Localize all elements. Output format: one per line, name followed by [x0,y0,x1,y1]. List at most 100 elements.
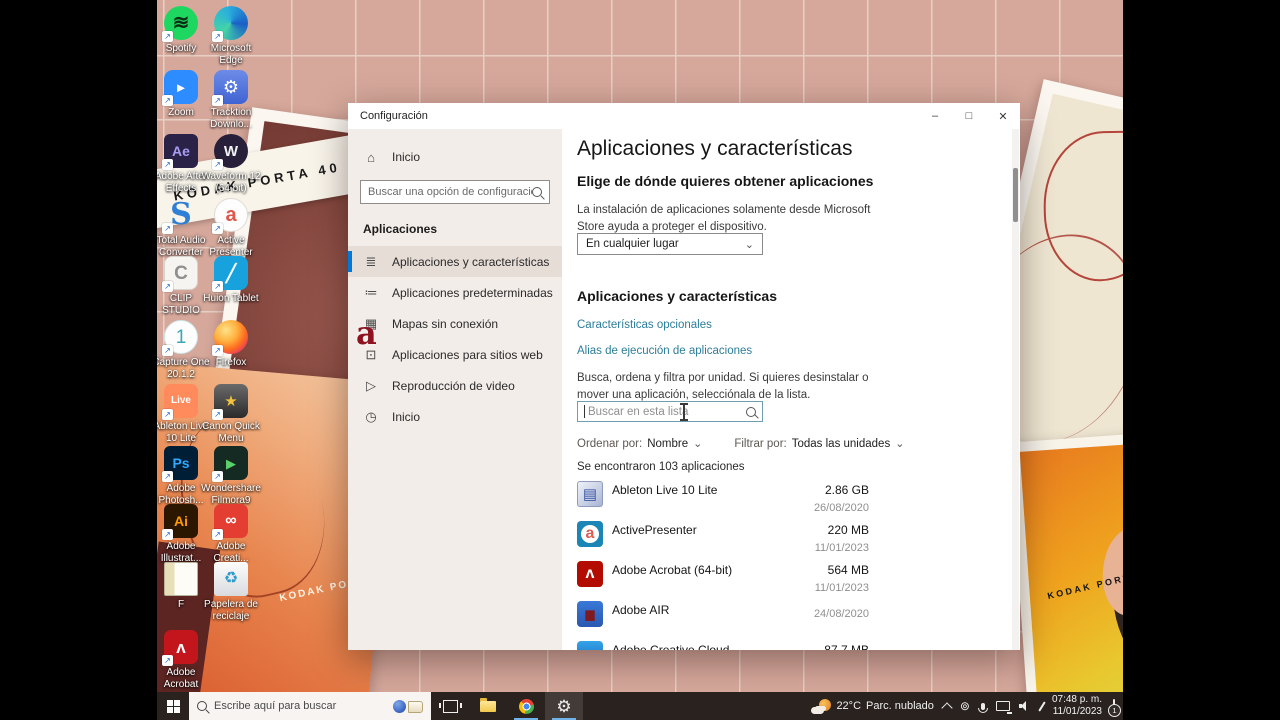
desktop-icon-canonquick[interactable]: ★↗Canon Quick Menu [200,384,262,444]
desktop-icon-recyclebin[interactable]: ♻Papelera de reciclaje [200,562,262,622]
desktop-icon-tracktion[interactable]: ⚙↗Tracktion Downlo... [200,70,262,130]
speaker-icon[interactable] [1019,701,1032,711]
sidebar-item-label: Aplicaciones predeterminadas [392,286,553,300]
shortcut-arrow-icon: ↗ [162,529,173,540]
scrollbar-thumb[interactable] [1013,168,1018,222]
sidebar-item-offline-maps[interactable]: ▦Mapas sin conexión [348,308,562,339]
choose-apps-description: La instalación de aplicaciones solamente… [577,202,889,235]
desktop-icon-huion[interactable]: ╱↗Huion Tablet [200,256,262,305]
app-list-search-input[interactable]: Buscar en esta lista [577,401,763,422]
air-app-icon: ▆ [577,601,603,627]
shortcut-arrow-icon: ↗ [212,31,223,42]
taskbar-search-placeholder: Escribe aquí para buscar [214,700,336,712]
maximize-button[interactable]: □ [952,103,986,129]
start-button[interactable] [157,692,189,720]
weather-widget[interactable]: 22°C Parc. nublado [811,699,933,714]
shortcut-arrow-icon: ↗ [212,281,223,292]
app-aliases-link[interactable]: Alias de ejecución de aplicaciones [577,345,752,357]
sort-value[interactable]: Nombre [647,438,688,450]
app-date: 11/01/2023 [785,537,869,554]
chevron-down-icon[interactable]: ⌄ [693,437,702,450]
file-explorer-button[interactable] [469,692,507,720]
sidebar-item-apps-websites[interactable]: ⊡Aplicaciones para sitios web [348,339,562,370]
task-view-button[interactable] [431,692,469,720]
desktop-icon-waveform[interactable]: W↗Waveform 12 (64 bit) [200,134,262,194]
gear-icon: ⚙ [556,698,571,715]
window-titlebar[interactable]: Configuración – □ ✕ [348,103,1020,129]
sidebar-item-label: Aplicaciones para sitios web [392,348,543,362]
pen-icon[interactable] [1038,701,1046,711]
desktop-icon-activepresenter[interactable]: a↗Active Presenter [200,198,262,258]
sidebar-item-label: Aplicaciones y características [392,255,549,269]
app-row[interactable]: ʌAdobe Acrobat (64-bit)564 MB11/01/2023 [577,560,869,600]
weather-desc: Parc. nublado [866,700,934,712]
sidebar-section-label: Aplicaciones [348,204,562,246]
home-icon: ⌂ [363,150,379,165]
chrome-icon [519,699,534,714]
desktop-icon-label: Microsoft Edge [200,43,262,66]
default-apps-icon: ≔ [363,285,379,301]
desktop-icon-edge[interactable]: ↗Microsoft Edge [200,6,262,66]
shortcut-arrow-icon: ↗ [212,223,223,234]
desktop-icon-firefox[interactable]: ↗Firefox [200,320,262,369]
app-source-dropdown[interactable]: En cualquier lugar ⌄ [577,233,763,255]
app-size: 220 MB [785,520,869,537]
sidebar-item-default-apps[interactable]: ≔ Aplicaciones predeterminadas [348,277,562,308]
folder-icon [480,701,496,712]
clock[interactable]: 07:48 p. m. 11/01/2023 [1052,694,1102,719]
chevron-down-icon[interactable]: ⌄ [895,437,904,450]
file-icon [164,562,198,596]
app-list-search-placeholder: Buscar en esta lista [588,406,746,418]
shortcut-arrow-icon: ↗ [162,95,173,106]
desktop-icon-creativecloud[interactable]: ∞↗Adobe Creati... [200,504,262,564]
app-row[interactable]: aActivePresenter220 MB11/01/2023 [577,520,869,560]
app-date: 26/08/2020 [785,497,869,514]
app-name: Adobe AIR [603,600,785,617]
shortcut-arrow-icon: ↗ [212,345,223,356]
app-name: ActivePresenter [603,520,785,537]
sort-label: Ordenar por: [577,438,642,450]
desktop-icon-label: F [178,599,184,611]
microphone-icon[interactable] [981,703,985,710]
action-center-button[interactable]: 1 [1113,700,1115,712]
shortcut-arrow-icon: ↗ [162,345,173,356]
desktop-icon-acrobat[interactable]: ʌ↗Adobe Acrobat [157,630,212,690]
chrome-button[interactable] [507,692,545,720]
sidebar-item-home[interactable]: ⌂ Inicio [348,142,562,172]
settings-sidebar: ⌂ Inicio Buscar una opción de configurac… [348,129,562,650]
app-row[interactable]: ▆Adobe AIR24/08/2020 [577,600,869,640]
optional-features-link[interactable]: Características opcionales [577,319,712,331]
chevron-down-icon: ⌄ [745,238,754,251]
book-icon [408,701,423,713]
minimize-button[interactable]: – [918,103,952,129]
wall-photo-portrait: KODAK PORTA 40 [1009,422,1123,720]
tray-recorder-icon[interactable]: ⊚ [960,700,970,712]
desktop-icon-label: Active Presenter [200,235,262,258]
settings-search-input[interactable]: Buscar una opción de configuración [360,180,550,204]
settings-taskbar-button[interactable]: ⚙ [545,692,583,720]
weather-temp: 22°C [836,700,861,712]
taskbar-search-input[interactable]: Escribe aquí para buscar [189,692,431,720]
filter-value[interactable]: Todas las unidades [792,438,890,450]
sidebar-item-video-playback[interactable]: ▷Reproducción de video [348,370,562,401]
yarn-ball-icon [393,700,406,713]
desktop-icon-filmora[interactable]: ▶↗Wondershare Filmora9 [200,446,262,506]
search-icon [197,701,207,711]
app-row[interactable]: Adobe Creative Cloud87.7 MB [577,640,869,650]
search-highlight-icon [393,700,423,713]
shortcut-arrow-icon: ↗ [212,409,223,420]
task-view-icon [443,700,458,713]
activepresenter-app-icon: a [577,521,603,547]
desktop-icon-label: Waveform 12 (64 bit) [200,171,262,194]
sidebar-item-apps-features[interactable]: ≣Aplicaciones y características [348,246,562,277]
close-button[interactable]: ✕ [986,103,1020,129]
display-icon[interactable] [996,701,1010,711]
shortcut-arrow-icon: ↗ [162,409,173,420]
search-icon [746,407,756,417]
sidebar-item-label: Inicio [392,410,420,424]
app-row[interactable]: ▤Ableton Live 10 Lite2.86 GB26/08/2020 [577,480,869,520]
sidebar-item-label: Reproducción de video [392,379,515,393]
red-letter-annotation: a [356,317,377,349]
tray-expand-icon[interactable] [941,702,952,713]
sidebar-item-startup[interactable]: ◷Inicio [348,401,562,432]
